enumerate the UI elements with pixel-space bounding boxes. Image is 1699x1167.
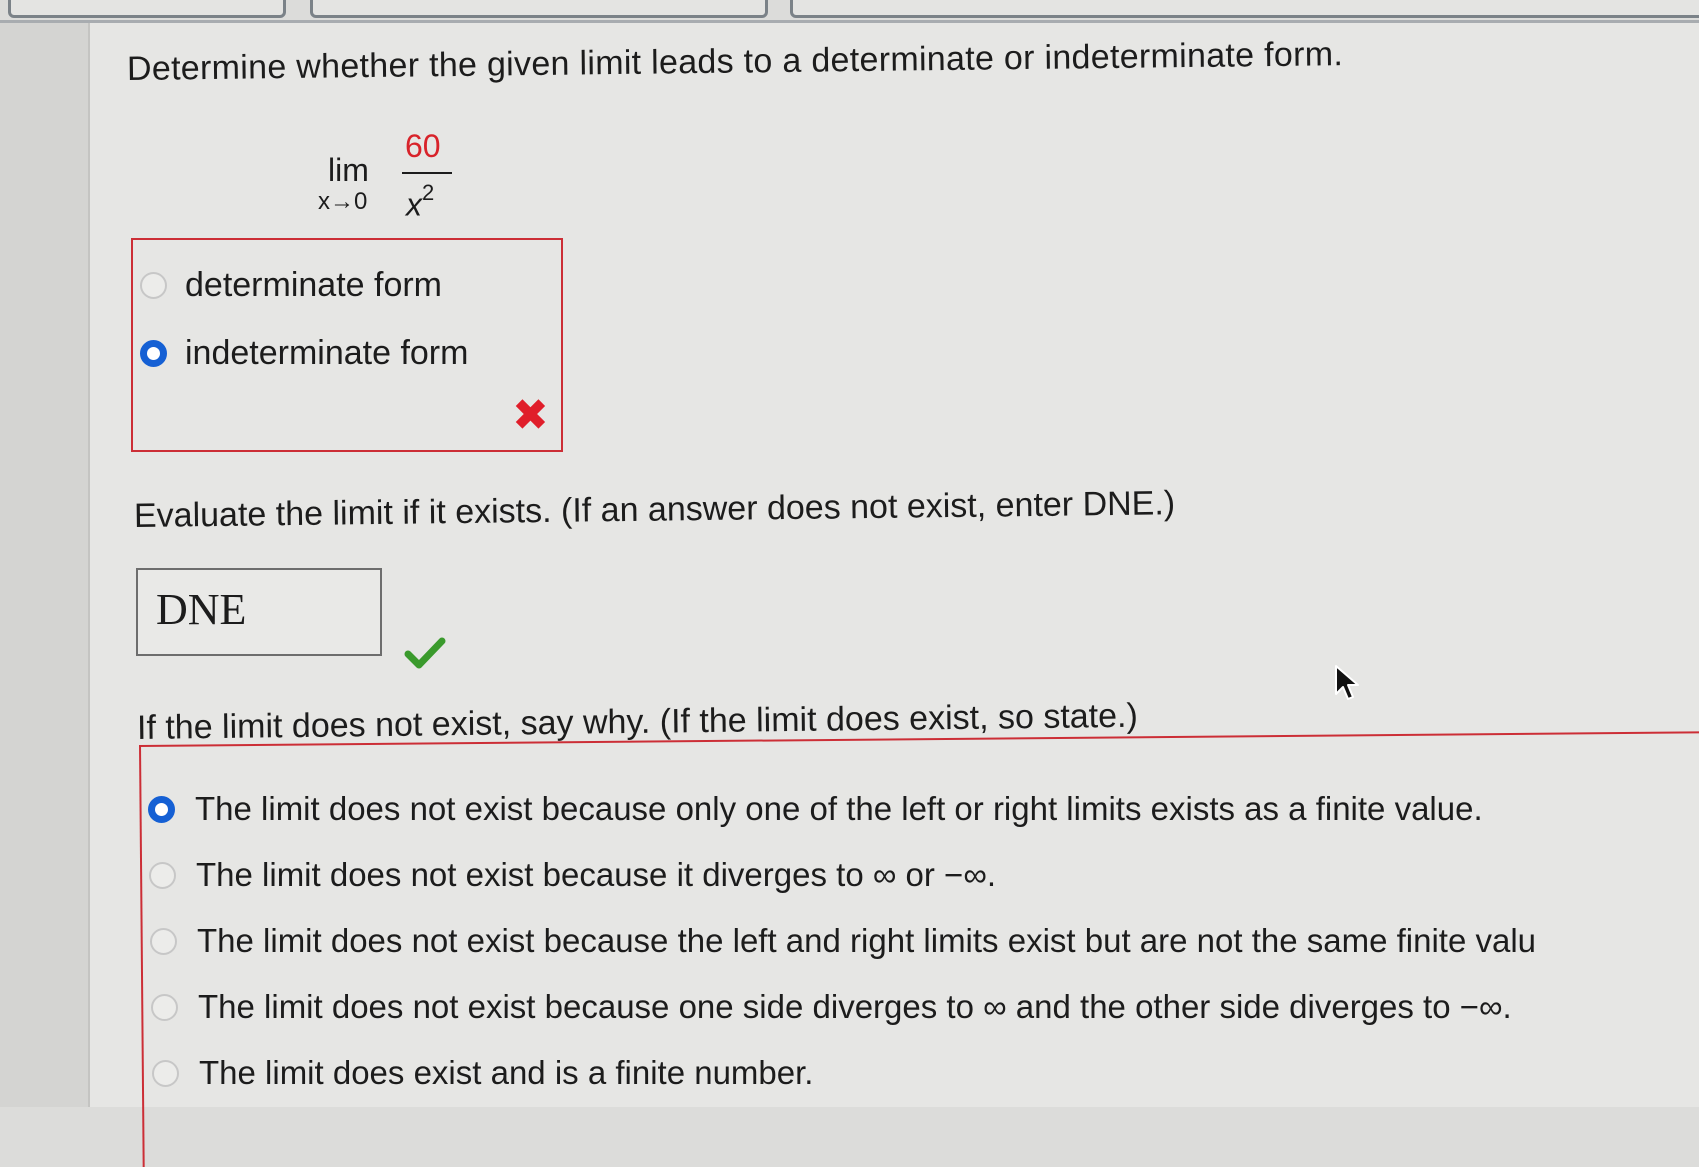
form-option-label: indeterminate form [185, 334, 469, 372]
radio-button[interactable] [150, 927, 177, 955]
cursor-icon [1335, 665, 1359, 700]
answer-value: DNE [156, 585, 247, 634]
form-option-indeterminate[interactable]: indeterminate form [140, 334, 468, 373]
reason-option-label: The limit does not exist because it dive… [196, 856, 997, 893]
reason-option-label: The limit does not exist because the lef… [197, 922, 1537, 959]
radio-button-selected[interactable] [140, 340, 167, 367]
reason-option-4[interactable]: The limit does not exist because one sid… [151, 988, 1512, 1026]
form-option-label: determinate form [185, 266, 442, 304]
radio-button[interactable] [140, 272, 167, 299]
limit-subscript: x→0 [318, 188, 368, 215]
limit-answer-input[interactable]: DNE [136, 568, 382, 656]
limit-operator: lim [328, 152, 369, 188]
limit-numerator: 60 [405, 128, 441, 164]
form-option-determinate[interactable]: determinate form [140, 266, 442, 305]
reason-option-label: The limit does not exist because one sid… [198, 988, 1512, 1025]
reason-option-label: The limit does exist and is a finite num… [199, 1054, 814, 1091]
top-tab-2[interactable] [310, 0, 768, 18]
top-tab-1[interactable] [8, 0, 286, 18]
radio-button[interactable] [149, 861, 176, 889]
denominator-base: x [406, 186, 422, 223]
reason-option-label: The limit does not exist because only on… [195, 790, 1483, 827]
radio-button[interactable] [152, 1059, 179, 1087]
denominator-exponent: 2 [422, 180, 435, 205]
limit-denominator: x2 [406, 180, 434, 224]
fraction-bar [402, 172, 452, 174]
reason-option-3[interactable]: The limit does not exist because the lef… [150, 922, 1536, 960]
reason-option-2[interactable]: The limit does not exist because it dive… [149, 856, 996, 894]
reason-option-5[interactable]: The limit does exist and is a finite num… [152, 1054, 813, 1092]
radio-button-selected[interactable] [148, 795, 175, 823]
limit-expression: lim x→0 60 x2 [318, 122, 458, 224]
reason-option-1[interactable]: The limit does not exist because only on… [148, 790, 1483, 828]
close-icon: ✖ [512, 391, 549, 440]
radio-button[interactable] [151, 993, 178, 1021]
left-rail [0, 23, 90, 1107]
top-tab-3[interactable] [790, 0, 1699, 18]
checkmark-icon [404, 637, 446, 669]
